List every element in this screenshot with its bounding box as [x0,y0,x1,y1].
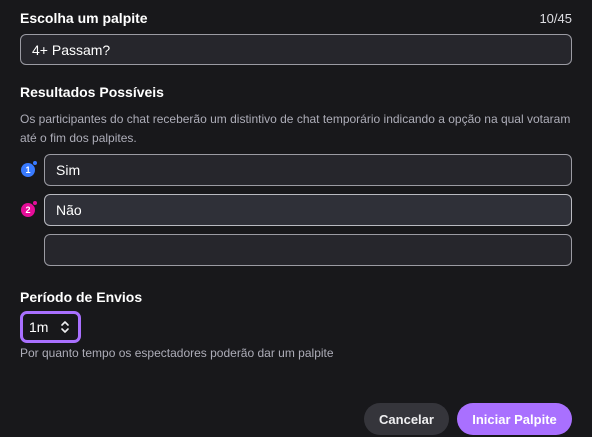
prediction-question-input[interactable] [20,34,572,65]
outcomes-description: Os participantes do chat receberão um di… [20,112,571,145]
outcomes-title: Resultados Possíveis [20,84,164,100]
submission-period-select[interactable]: 1m [20,311,81,343]
prediction-title-label: Escolha um palpite [20,10,148,26]
outcome-2-input[interactable] [44,194,572,226]
outcome-1-input[interactable] [44,154,572,186]
character-counter: 10/45 [539,11,572,26]
chevron-up-down-icon [60,320,70,334]
start-prediction-button[interactable]: Iniciar Palpite [457,403,572,435]
cancel-button[interactable]: Cancelar [364,403,449,435]
outcome-3-input[interactable] [44,234,572,266]
submission-period-value: 1m [29,319,49,335]
outcome-1-icon: 1 [21,160,38,177]
outcome-2-icon: 2 [21,200,38,217]
submission-period-title: Período de Envios [20,289,143,305]
submission-period-hint: Por quanto tempo os espectadores poderão… [20,346,334,360]
